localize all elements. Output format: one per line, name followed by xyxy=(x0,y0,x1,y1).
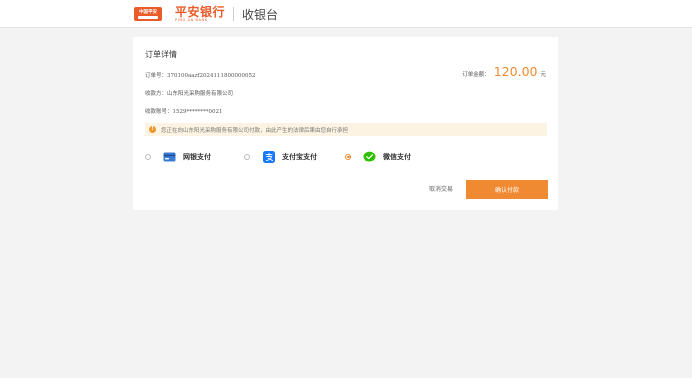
order-amount: 订单金额： 120.00 元 xyxy=(462,64,546,79)
order-number-value: 370100aazf2024111800000052 xyxy=(167,73,256,79)
cancel-transaction-link[interactable]: 取消交易 xyxy=(429,184,453,193)
logo-badge-bar xyxy=(138,15,158,19)
bank-name: 平安银行 xyxy=(175,4,226,19)
wechat-pay-icon xyxy=(363,151,376,162)
brand-logo-group: 中国平安 平安银行 PING AN BANK 收银台 xyxy=(134,6,278,22)
order-card: 订单详情 订单号：370100aazf2024111800000052 收款方：… xyxy=(133,37,558,210)
bank-name-en: PING AN BANK xyxy=(175,17,208,22)
payee-value: 山东阳光采购服务有限公司 xyxy=(167,91,234,97)
bank-card-icon xyxy=(163,151,176,162)
bank-logo: 平安银行 PING AN BANK xyxy=(175,6,225,23)
warning-icon: ! xyxy=(149,126,156,133)
amount-unit: 元 xyxy=(540,72,546,78)
order-section-title: 订单详情 xyxy=(145,50,177,59)
payment-option-bank[interactable]: 网银支付 xyxy=(145,151,211,162)
payee-account-row: 收款账号：1529********0021 xyxy=(145,107,223,115)
page-title: 收银台 xyxy=(242,7,279,22)
payee-account-label: 收款账号： xyxy=(145,109,173,115)
payment-option-wechat[interactable]: 微信支付 xyxy=(345,151,411,162)
wechat-pay-radio[interactable] xyxy=(345,153,351,160)
payee-row: 收款方：山东阳光采购服务有限公司 xyxy=(145,89,233,97)
payment-notice: ! 您正在向山东阳光采购服务有限公司付款，由此产生的法律后果由您自行承担 xyxy=(145,123,547,136)
logo-badge-text: 中国平安 xyxy=(139,9,157,15)
order-number-row: 订单号：370100aazf2024111800000052 xyxy=(145,71,256,79)
top-bar: 中国平安 平安银行 PING AN BANK 收银台 xyxy=(0,0,692,28)
amount-value: 120.00 xyxy=(493,64,538,79)
bank-pay-label: 网银支付 xyxy=(183,151,211,161)
alipay-label: 支付宝支付 xyxy=(282,151,317,161)
ping-an-group-logo: 中国平安 xyxy=(134,7,162,21)
alipay-icon xyxy=(262,150,275,163)
order-number-label: 订单号： xyxy=(145,73,168,79)
wechat-pay-label: 微信支付 xyxy=(383,151,411,161)
amount-label: 订单金额： xyxy=(462,72,490,78)
notice-text: 您正在向山东阳光采购服务有限公司付款，由此产生的法律后果由您自行承担 xyxy=(161,127,349,134)
header-divider xyxy=(233,7,235,21)
payment-option-alipay[interactable]: 支付宝支付 xyxy=(244,150,317,163)
payee-label: 收款方： xyxy=(145,91,168,97)
payee-account-value: 1529********0021 xyxy=(172,109,223,115)
alipay-radio[interactable] xyxy=(244,153,250,160)
bank-pay-radio[interactable] xyxy=(145,153,151,160)
confirm-payment-button[interactable]: 确认付款 xyxy=(466,180,548,199)
